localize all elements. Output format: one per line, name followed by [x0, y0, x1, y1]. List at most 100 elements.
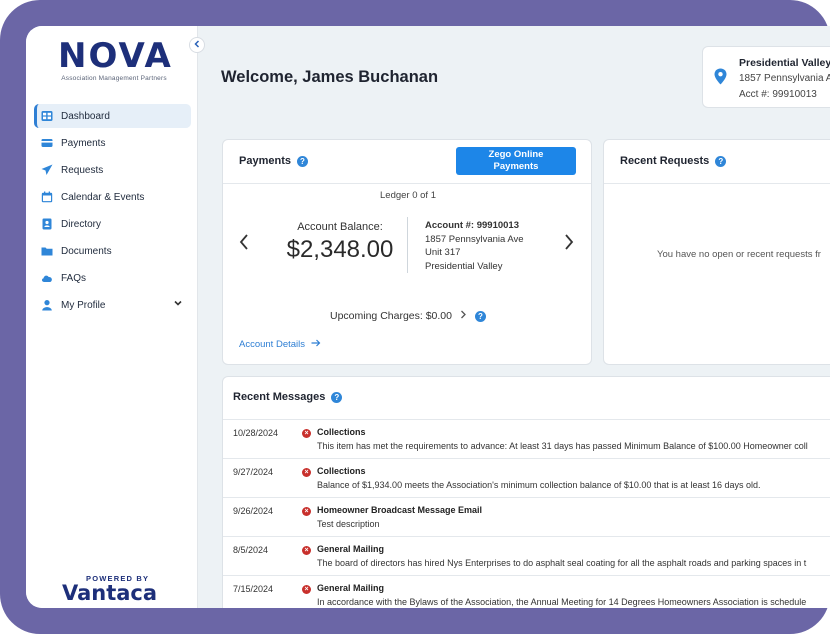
sidebar-item-label: Dashboard: [61, 110, 110, 122]
logo-tagline: Association Management Partners: [61, 75, 167, 82]
balance-label: Account Balance:: [297, 221, 383, 233]
message-title: General Mailing: [317, 583, 385, 593]
recent-requests-card: Recent Requests ? You have no open or re…: [603, 139, 830, 365]
sidebar-item-dashboard[interactable]: Dashboard: [34, 104, 191, 128]
previous-ledger-button[interactable]: [239, 233, 249, 257]
app-window: NOVA Association Management Partners Das…: [26, 26, 830, 608]
help-icon[interactable]: ?: [296, 155, 308, 167]
account-address-line1: 1857 Pennsylvania Ave: [425, 233, 524, 245]
message-row[interactable]: 9/27/2024 × Collections Balance of $1,93…: [223, 459, 830, 498]
message-body: In accordance with the Bylaws of the Ass…: [317, 597, 807, 607]
sidebar-item-label: Payments: [61, 137, 106, 149]
message-date: 10/28/2024: [233, 428, 279, 438]
messages-list: 10/28/2024 × Collections This item has m…: [223, 420, 830, 608]
zego-button-line1: Zego Online: [488, 149, 544, 160]
message-body: Balance of $1,934.00 meets the Associati…: [317, 480, 761, 490]
balance-divider: [407, 217, 408, 273]
messages-title-text: Recent Messages: [233, 391, 326, 403]
account-address-line2: Unit 317: [425, 247, 461, 258]
messages-title: Recent Messages ?: [233, 391, 343, 403]
property-address: 1857 Pennsylvania A: [739, 73, 830, 84]
paper-plane-icon: [41, 164, 53, 176]
ledger-indicator: Ledger 0 of 1: [380, 190, 436, 201]
help-icon[interactable]: ?: [331, 391, 343, 403]
message-row[interactable]: 10/28/2024 × Collections This item has m…: [223, 420, 830, 459]
chevron-left-icon: [239, 234, 248, 250]
message-date: 9/26/2024: [233, 506, 274, 516]
upcoming-charges[interactable]: Upcoming Charges: $0.00 ?: [223, 310, 593, 322]
sidebar-item-label: Calendar & Events: [61, 191, 145, 203]
property-selector[interactable]: Presidential Valley 1857 Pennsylvania A …: [702, 46, 830, 108]
message-row[interactable]: 7/15/2024 × General Mailing In accordanc…: [223, 576, 830, 608]
payments-card: Payments ? Zego Online Payments Ledger 0…: [222, 139, 592, 365]
address-book-icon: [41, 218, 53, 230]
property-name: Presidential Valley: [739, 57, 830, 69]
account-details-link[interactable]: Account Details: [239, 339, 321, 350]
message-date: 7/15/2024: [233, 584, 274, 594]
property-account: Acct #: 99910013: [739, 89, 817, 100]
message-date: 8/5/2024: [233, 545, 269, 555]
sidebar-item-label: Documents: [61, 245, 112, 257]
cloud-icon: [41, 272, 53, 284]
chevron-right-icon: [565, 234, 574, 250]
sidebar-item-documents[interactable]: Documents: [34, 239, 191, 263]
message-body: Test description: [317, 519, 380, 529]
sidebar-nav: Dashboard Payments Requests Calendar & E…: [34, 104, 191, 320]
sidebar-item-calendar[interactable]: Calendar & Events: [34, 185, 191, 209]
requests-empty-state: You have no open or recent requests fr: [657, 249, 821, 260]
chevron-down-icon[interactable]: [173, 298, 183, 311]
alert-icon: ×: [302, 546, 311, 555]
alert-icon: ×: [302, 585, 311, 594]
messages-header: Recent Messages ?: [223, 377, 830, 420]
payments-header: Payments ? Zego Online Payments: [223, 140, 591, 184]
sidebar-item-faqs[interactable]: FAQs: [34, 266, 191, 290]
upcoming-charges-text: Upcoming Charges: $0.00: [330, 310, 452, 322]
alert-icon: ×: [302, 429, 311, 438]
sidebar-item-label: Directory: [61, 218, 102, 230]
message-body: The board of directors has hired Nys Ent…: [317, 558, 807, 568]
payments-title-text: Payments: [239, 155, 291, 167]
sidebar-item-my-profile[interactable]: My Profile: [34, 293, 191, 317]
payments-title: Payments ?: [239, 155, 308, 167]
help-icon[interactable]: ?: [475, 310, 486, 322]
requests-title: Recent Requests ?: [620, 155, 727, 167]
message-body: This item has met the requirements to ad…: [317, 441, 808, 451]
alert-icon: ×: [302, 507, 311, 516]
message-title: Collections: [317, 427, 366, 437]
requests-header: Recent Requests ?: [604, 140, 830, 184]
message-title: Homeowner Broadcast Message Email: [317, 505, 483, 515]
balance-value: $2,348.00: [286, 236, 394, 263]
zego-online-payments-button[interactable]: Zego Online Payments: [456, 147, 576, 175]
arrow-right-icon: [311, 339, 321, 347]
calendar-icon: [41, 191, 53, 203]
recent-messages-card: Recent Messages ? 10/28/2024 × Collectio…: [222, 376, 830, 608]
alert-icon: ×: [302, 468, 311, 477]
powered-by-logo: POWERED BY Vantaca: [62, 574, 166, 605]
account-details-text: Account Details: [239, 339, 306, 350]
nova-logo[interactable]: NOVA Association Management Partners: [58, 36, 173, 82]
logo-wordmark: NOVA: [58, 36, 173, 76]
message-row[interactable]: 9/26/2024 × Homeowner Broadcast Message …: [223, 498, 830, 537]
next-ledger-button[interactable]: [564, 233, 574, 257]
collapse-sidebar-button[interactable]: [189, 37, 205, 53]
zego-button-line2: Payments: [493, 161, 539, 172]
account-number: Account #: 99910013: [425, 220, 519, 231]
folder-icon: [41, 245, 53, 257]
message-date: 9/27/2024: [233, 467, 274, 477]
dashboard-icon: [41, 110, 53, 122]
message-row[interactable]: 8/5/2024 × General Mailing The board of …: [223, 537, 830, 576]
page-title: Welcome, James Buchanan: [221, 68, 439, 86]
message-title: General Mailing: [317, 544, 385, 554]
sidebar-item-payments[interactable]: Payments: [34, 131, 191, 155]
credit-card-icon: [41, 137, 53, 149]
vantaca-wordmark: Vantaca: [62, 581, 158, 605]
account-info: Account #: 99910013 1857 Pennsylvania Av…: [425, 219, 524, 273]
requests-title-text: Recent Requests: [620, 155, 710, 167]
sidebar-item-directory[interactable]: Directory: [34, 212, 191, 236]
sidebar-item-requests[interactable]: Requests: [34, 158, 191, 182]
help-icon[interactable]: ?: [715, 155, 727, 167]
sidebar-item-label: Requests: [61, 164, 104, 176]
location-pin-icon: [714, 68, 727, 85]
sidebar: NOVA Association Management Partners Das…: [26, 26, 198, 608]
sidebar-item-label: My Profile: [61, 299, 106, 311]
